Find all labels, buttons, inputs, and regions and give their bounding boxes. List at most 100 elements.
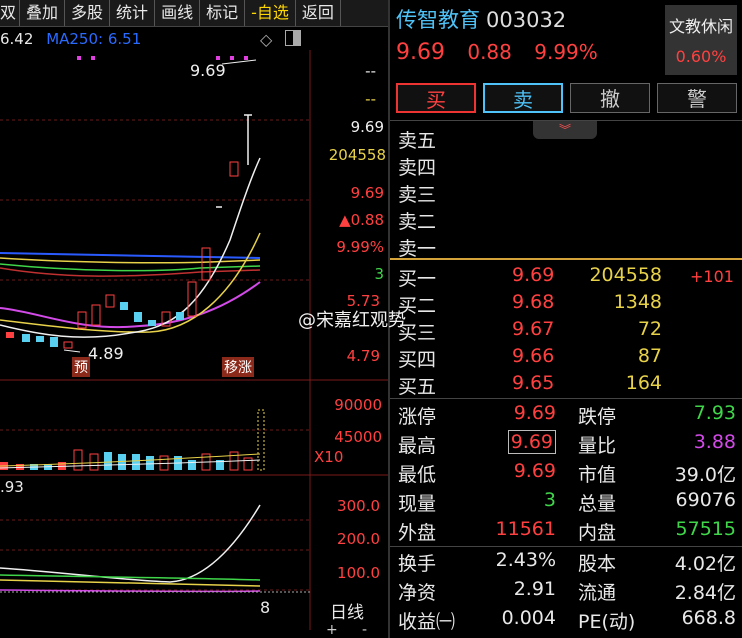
bid-3-price: 9.67 <box>512 318 555 340</box>
buy-button[interactable]: 买 <box>396 83 476 113</box>
chevron-down-icon[interactable]: ︾ <box>533 121 597 139</box>
high-marker-arrow <box>221 59 257 65</box>
pre-tag: 预 <box>72 357 90 377</box>
ma-legend: 6.42 MA250: 6.51 <box>0 30 141 48</box>
vol-ratio-value: 3.88 <box>693 431 736 453</box>
toolbar-watchlist[interactable]: -自选 <box>245 0 296 26</box>
bid-1-volume: 204558 <box>589 264 662 286</box>
ma-purple-line <box>0 281 261 329</box>
vol-axis-45000: 45000 <box>334 428 382 446</box>
volume-bars <box>0 409 265 471</box>
bid-3-volume: 72 <box>637 318 662 340</box>
float-value: 2.84亿 <box>674 582 736 604</box>
quote-line: 9.69 0.88 9.99% <box>396 40 614 65</box>
vol-ratio-label: 量比 <box>578 435 617 457</box>
axis-change: ▲0.88 <box>339 211 384 229</box>
kline-chart <box>0 50 388 630</box>
toolbar-multi-stock[interactable]: 多股 <box>65 0 111 26</box>
total-vol-label: 总量 <box>578 493 617 515</box>
toolbar-statistics[interactable]: 统计 <box>110 0 156 26</box>
high-value: 9.69 <box>470 430 556 454</box>
toolbar-overlay[interactable]: 叠加 <box>20 0 66 26</box>
nav-label: 净资 <box>398 582 437 604</box>
shares-label: 股本 <box>578 553 617 575</box>
outer-label: 外盘 <box>398 522 437 544</box>
ma250-value: MA250: 6.51 <box>46 30 142 48</box>
sector-box[interactable]: 文教休闲 0.60% <box>665 5 737 75</box>
axis-price: 9.69 <box>350 118 384 136</box>
quote-change: 0.88 <box>467 40 512 64</box>
bid-1-delta: +101 <box>690 267 734 286</box>
float-label: 流通 <box>578 582 617 604</box>
axis-volume: 204558 <box>328 146 386 164</box>
nav-value: 2.91 <box>513 578 556 600</box>
mkt-cap-value: 39.0亿 <box>674 464 736 486</box>
vol-multiplier: X10 <box>314 448 344 466</box>
low-value: 9.69 <box>513 460 556 482</box>
chart-toolbar: 双 叠加 多股 统计 画线 标记 -自选 返回 <box>0 0 388 27</box>
watermark: @宋嘉红观势 <box>298 310 406 331</box>
quote-pct: 9.99% <box>534 40 598 64</box>
axis-dash-2: -- <box>365 90 376 108</box>
low-label: 最低 <box>398 464 437 486</box>
ma-white-line <box>0 157 261 338</box>
shares-value: 4.02亿 <box>674 553 736 575</box>
bid-1-label: 买一 <box>398 268 437 290</box>
stock-name: 传智教育 <box>396 8 480 32</box>
signal-dots <box>77 56 248 60</box>
zoom-in-button[interactable]: + <box>326 622 338 638</box>
axis-dash-1: -- <box>365 62 376 80</box>
pe-label: PE(动) <box>578 611 636 633</box>
vol-axis-90000: 90000 <box>334 396 382 414</box>
bid-5-price: 9.65 <box>512 372 555 394</box>
toolbar-back[interactable]: 返回 <box>296 0 341 26</box>
axis-479: 4.79 <box>346 347 380 365</box>
pe-value: 668.8 <box>681 607 736 629</box>
order-book-separator <box>390 258 742 260</box>
high-label: 最高 <box>398 435 437 457</box>
limit-up-label: 涨停 <box>398 406 437 428</box>
toolbar-dual[interactable]: 双 <box>0 0 21 26</box>
ind-axis-100: 100.0 <box>337 564 380 582</box>
diamond-icon[interactable]: ◇ <box>260 30 272 49</box>
tab-daily[interactable]: 日线 <box>330 598 364 623</box>
toolbar-draw-line[interactable]: 画线 <box>155 0 201 26</box>
cur-vol-value: 3 <box>543 489 556 511</box>
ask-5-label: 卖五 <box>398 130 437 152</box>
high-value-text: 9.69 <box>507 430 556 454</box>
cancel-button[interactable]: 撤 <box>570 83 650 113</box>
bid-2-volume: 1348 <box>613 291 662 313</box>
high-marker-label: 9.69 <box>190 61 226 80</box>
bid-4-label: 买四 <box>398 349 437 371</box>
bid-4-price: 9.66 <box>512 345 555 367</box>
indicator-value: .93 <box>0 478 24 496</box>
ma-red-line <box>0 267 261 277</box>
ma-prefix-value: 6.42 <box>0 30 34 48</box>
stock-title: 传智教育 003032 <box>396 4 566 34</box>
ask-2-label: 卖二 <box>398 211 437 233</box>
sell-button[interactable]: 卖 <box>483 83 563 113</box>
axis-three: 3 <box>374 265 384 283</box>
ask-1-label: 卖一 <box>398 238 437 260</box>
limit-up-tag: 移涨 <box>222 357 254 377</box>
low-marker-arrow <box>63 349 81 353</box>
divider <box>390 120 742 121</box>
quote-price: 9.69 <box>396 40 445 65</box>
eps-value: 0.004 <box>501 607 556 629</box>
sector-pct: 0.60% <box>675 47 727 66</box>
toolbar-mark[interactable]: 标记 <box>200 0 246 26</box>
divider <box>390 546 742 547</box>
zoom-out-button[interactable]: - <box>362 622 367 638</box>
stock-code: 003032 <box>486 8 567 32</box>
window-toggle-icon[interactable] <box>285 30 301 46</box>
axis-price-2: 9.69 <box>350 184 384 202</box>
alert-button[interactable]: 警 <box>657 83 737 113</box>
inner-value: 57515 <box>675 518 736 540</box>
ma250-line <box>0 252 261 259</box>
divider <box>390 398 742 399</box>
inner-label: 内盘 <box>578 522 617 544</box>
bid-2-price: 9.68 <box>512 291 555 313</box>
limit-up-value: 9.69 <box>513 402 556 424</box>
bid-4-volume: 87 <box>637 345 662 367</box>
bid-5-volume: 164 <box>625 372 662 394</box>
